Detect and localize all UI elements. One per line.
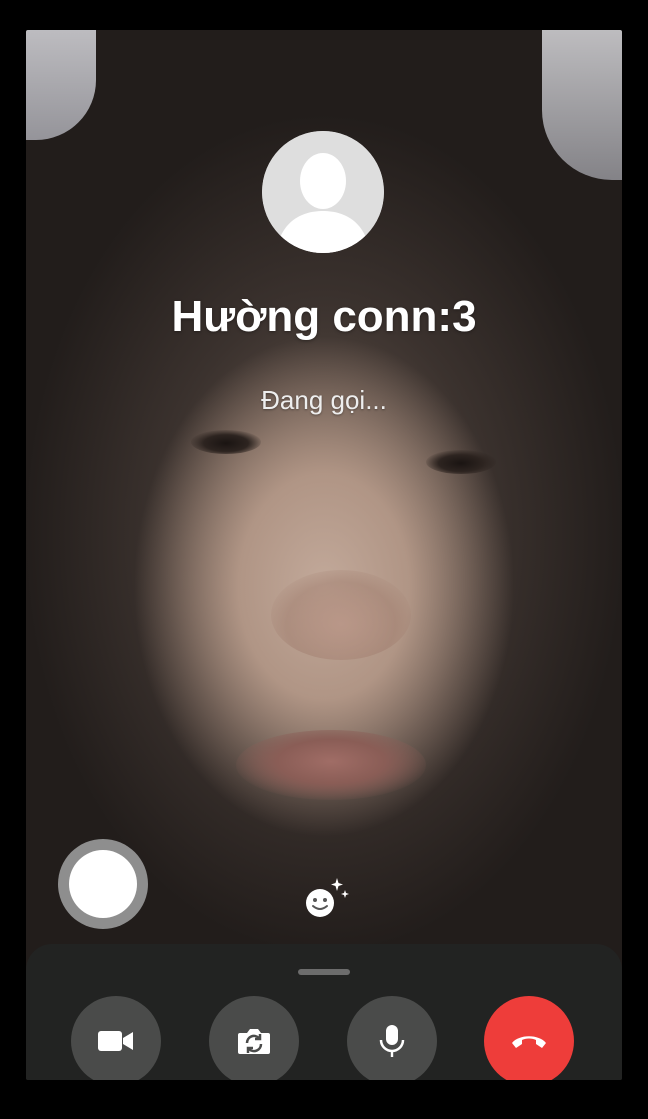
camera-flip-icon [238,1029,270,1054]
camera-feed-detail [271,570,411,660]
camera-feed-detail [426,450,496,474]
phone-hangup-icon [512,1036,546,1048]
smiley-sparkle-icon [306,878,349,917]
capture-button[interactable] [58,839,148,929]
mute-microphone-button[interactable] [347,996,437,1080]
effects-button[interactable] [302,874,352,924]
person-icon [262,131,384,253]
camera-feed-background [26,30,96,140]
call-status: Đang gọi... [261,385,387,415]
drag-handle[interactable] [298,969,350,975]
end-call-button[interactable] [484,996,574,1080]
video-call-screen: Hường conn:3 Đang gọi... [26,30,622,1080]
flip-camera-button[interactable] [209,996,299,1080]
caller-avatar [262,131,384,253]
video-camera-icon [98,1031,133,1051]
video-toggle-button[interactable] [71,996,161,1080]
shutter-icon [69,850,137,918]
call-control-bar [26,944,622,1080]
caller-name: Hường conn:3 [171,292,477,341]
camera-feed-background [542,30,622,180]
microphone-icon [379,1025,405,1057]
camera-feed-detail [236,730,426,800]
camera-feed-detail [191,430,261,454]
